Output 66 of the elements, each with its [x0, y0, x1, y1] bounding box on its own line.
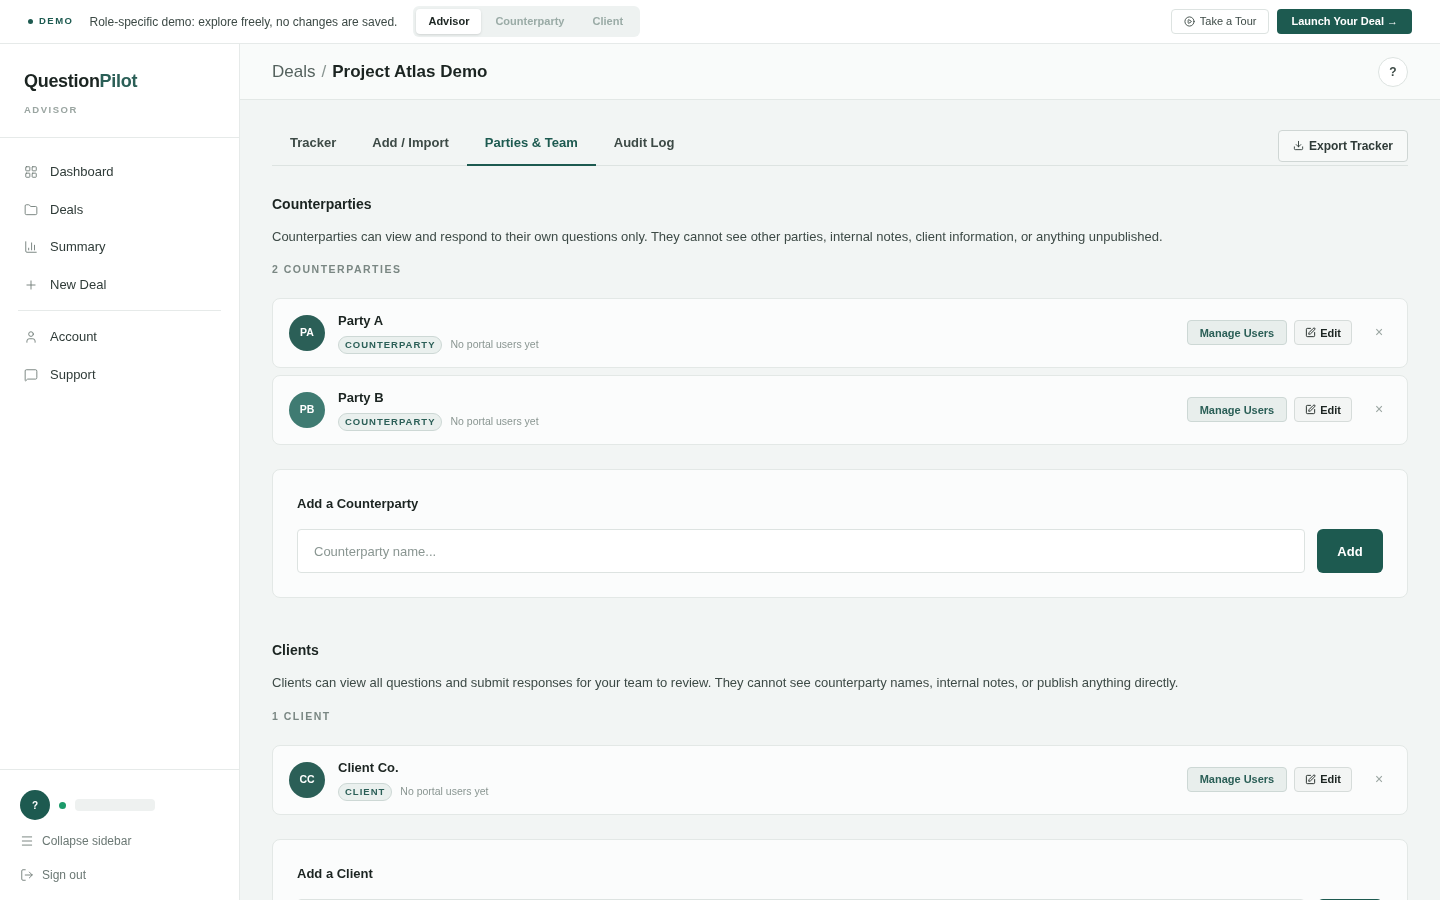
user-avatar[interactable]: ? — [20, 790, 50, 820]
edit-button[interactable]: Edit — [1294, 767, 1352, 792]
manage-users-button[interactable]: Manage Users — [1186, 767, 1288, 792]
role-label: ADVISOR — [24, 103, 79, 117]
tab[interactable]: Audit Log — [595, 125, 693, 166]
party-tag: COUNTERPARTY — [338, 335, 443, 355]
party-tag: COUNTERPARTY — [338, 412, 443, 432]
party-avatar: CC — [289, 761, 325, 798]
download-icon — [1292, 140, 1304, 151]
sidebar-item[interactable]: Support — [0, 356, 239, 393]
party-name: Client Co. — [338, 759, 400, 778]
chat-icon — [24, 367, 38, 382]
brand-logo: QuestionPilot — [24, 70, 139, 93]
edit-icon — [1305, 404, 1317, 416]
sidebar-item[interactable]: Account — [0, 319, 239, 355]
sidebar-item[interactable]: Deals — [0, 191, 239, 228]
section-description: Clients can view all questions and submit responses for your team to review. They cannot see counterparty names, internal notes, or publish anything directly. — [272, 674, 1180, 693]
party-avatar: PB — [289, 391, 325, 428]
folder-icon — [24, 202, 38, 217]
add-button[interactable]: Add — [1317, 529, 1383, 574]
sidebar-item[interactable]: Dashboard — [0, 154, 239, 190]
breadcrumb-link[interactable]: Deals — [272, 58, 316, 85]
sign-out-icon — [20, 868, 34, 882]
edit-icon — [1305, 327, 1317, 339]
section-description: Counterparties can view and respond to their own questions only. They cannot see other parties, internal notes, client information, or anything unpublished. — [272, 227, 1164, 246]
sidebar-item[interactable]: Summary — [0, 229, 239, 265]
manage-users-button[interactable]: Manage Users — [1186, 320, 1288, 346]
grid-icon — [24, 165, 38, 179]
menu-icon — [20, 834, 34, 848]
help-button[interactable]: ? — [1378, 56, 1408, 87]
breadcrumb-separator: / — [321, 60, 327, 83]
plus-icon — [24, 277, 38, 292]
section-count: 2 COUNTERPARTIES — [272, 262, 403, 277]
edit-button[interactable]: Edit — [1294, 320, 1352, 346]
user-icon — [24, 330, 38, 344]
tab[interactable]: Tracker — [272, 125, 355, 166]
page-title: Project Atlas Demo — [332, 60, 488, 83]
party-avatar: PA — [289, 314, 325, 351]
name-input-field[interactable]: Counterparty name... — [297, 529, 1305, 574]
sidebar-item[interactable]: New Deal — [0, 266, 239, 303]
edit-button[interactable]: Edit — [1294, 397, 1352, 423]
edit-icon — [1305, 774, 1317, 785]
section-title: Clients — [272, 641, 320, 661]
party-name: Party B — [338, 389, 385, 408]
take-tour-button[interactable]: Take a Tour — [1170, 9, 1270, 34]
party-name: Party A — [338, 312, 385, 331]
launch-deal-button[interactable]: Launch Your Deal → — [1277, 9, 1412, 34]
tab[interactable]: Add / Import — [354, 125, 467, 166]
play-icon — [1183, 16, 1195, 27]
party-tag: CLIENT — [338, 782, 393, 801]
portal-users-status: No portal users yet — [400, 783, 489, 799]
section-title: Counterparties — [272, 194, 373, 214]
collapse-sidebar-button[interactable]: Collapse sidebar — [20, 832, 219, 850]
sign-out-button[interactable]: Sign out — [20, 862, 219, 888]
portal-users-status: No portal users yet — [450, 414, 539, 430]
demo-message: Role-specific demo: explore freely, no changes are saved. — [89, 13, 398, 31]
bar-chart-icon — [24, 240, 38, 254]
export-tracker-button[interactable]: Export Tracker — [1277, 129, 1408, 162]
add-form-title: Add a Counterparty — [297, 494, 420, 513]
section-count: 1 CLIENT — [272, 708, 332, 724]
role-tab[interactable]: Advisor — [416, 9, 482, 34]
demo-label: DEMO — [39, 14, 74, 29]
add-form-title: Add a Client — [297, 864, 374, 883]
tab[interactable]: Parties & Team — [466, 125, 596, 166]
manage-users-button[interactable]: Manage Users — [1186, 397, 1288, 423]
portal-users-status: No portal users yet — [450, 337, 539, 353]
